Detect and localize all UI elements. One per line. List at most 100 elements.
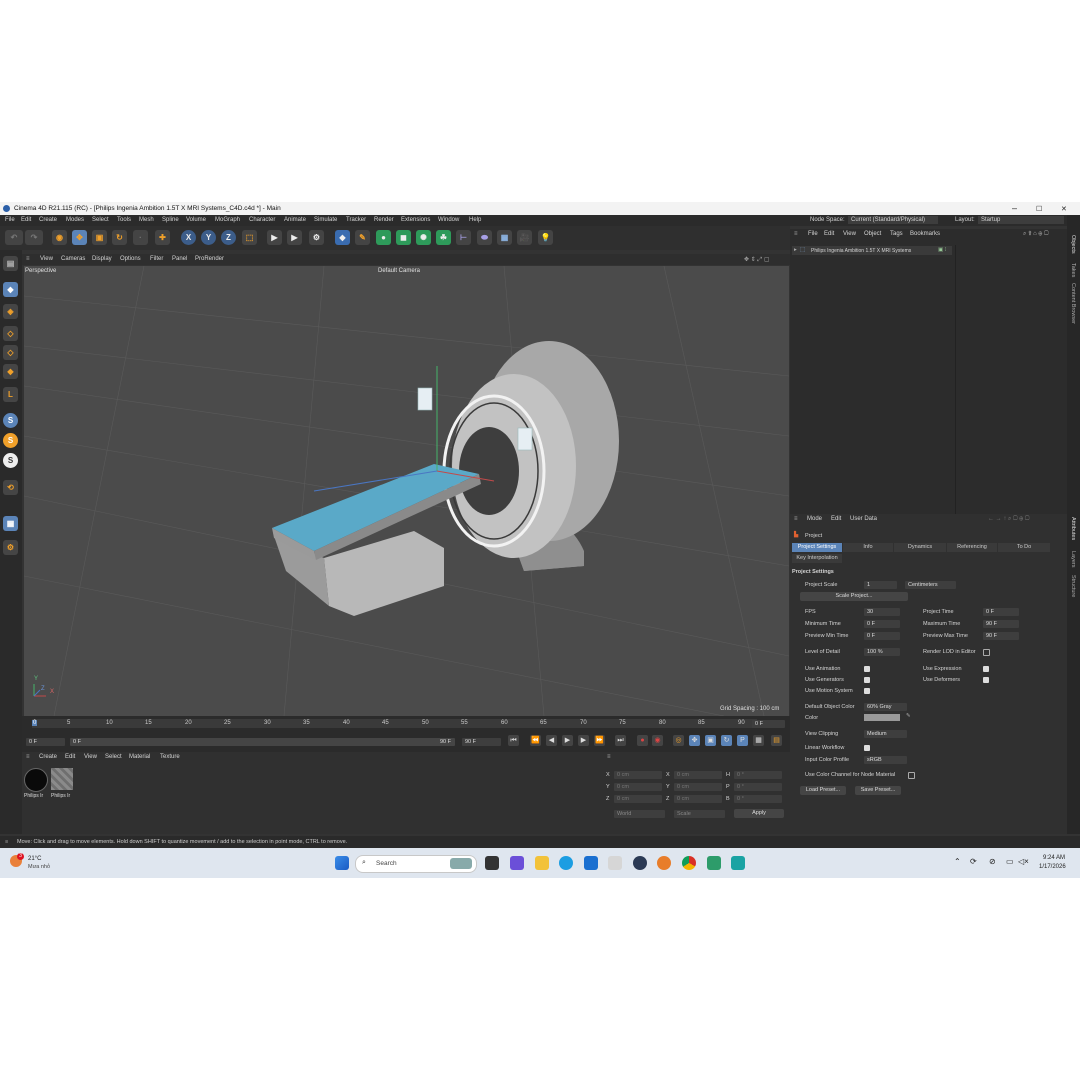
- menu-tools[interactable]: Tools: [117, 217, 131, 223]
- play-icon[interactable]: ▶: [562, 735, 573, 746]
- viewport-menu-cameras[interactable]: Cameras: [61, 256, 85, 262]
- object-visibility-icon[interactable]: ▣ ⁝: [938, 247, 946, 253]
- snap-settings-icon[interactable]: S: [3, 433, 18, 448]
- start-frame-field[interactable]: 0 F: [26, 738, 65, 746]
- key-parameter-icon[interactable]: P: [737, 735, 748, 746]
- object-menu-tags[interactable]: Tags: [890, 231, 903, 237]
- menu-window[interactable]: Window: [438, 217, 459, 223]
- tab-key-interpolation[interactable]: Key Interpolation: [792, 554, 842, 563]
- clock-date[interactable]: 1/17/2026: [1039, 864, 1066, 870]
- add-object-icon[interactable]: ✚: [155, 230, 170, 245]
- use-expression-checkbox[interactable]: [983, 666, 989, 672]
- rail-tab-takes[interactable]: Takes: [1070, 263, 1076, 277]
- key-pla-icon[interactable]: ▦: [753, 735, 764, 746]
- preview-min-field[interactable]: 0 F: [864, 632, 900, 640]
- record-keys-icon[interactable]: ●: [637, 735, 648, 746]
- menu-character[interactable]: Character: [249, 217, 275, 223]
- timeline-ruler[interactable]: [32, 719, 757, 728]
- rail-tab-objects[interactable]: Objects: [1070, 235, 1076, 254]
- expand-arrow-icon[interactable]: ▸: [794, 247, 797, 253]
- rot-h-field[interactable]: 0 °: [734, 771, 782, 779]
- network-icon[interactable]: ⊘: [989, 857, 996, 866]
- mograph-cloner-icon[interactable]: ✺: [416, 230, 431, 245]
- prev-key-icon[interactable]: ⏪: [530, 735, 541, 746]
- timeline-window-icon[interactable]: ▤: [771, 735, 782, 746]
- prev-frame-icon[interactable]: ◀: [546, 735, 557, 746]
- menu-modes[interactable]: Modes: [66, 217, 84, 223]
- max-time-field[interactable]: 90 F: [983, 620, 1019, 628]
- save-preset-button[interactable]: Save Preset...: [855, 786, 901, 795]
- file-explorer-icon[interactable]: [535, 856, 549, 870]
- min-time-field[interactable]: 0 F: [864, 620, 900, 628]
- edges-mode-icon[interactable]: ◇: [3, 345, 18, 360]
- go-to-end-icon[interactable]: ⏭: [615, 735, 626, 746]
- maximize-button[interactable]: ☐: [1036, 205, 1042, 213]
- node-space-dropdown[interactable]: Current (Standard/Physical): [848, 216, 938, 224]
- points-mode-icon[interactable]: ◇: [3, 326, 18, 341]
- menu-volume[interactable]: Volume: [186, 217, 206, 223]
- object-menu-bookmarks[interactable]: Bookmarks: [910, 231, 940, 237]
- pen-tool-icon[interactable]: ✎: [355, 230, 370, 245]
- menu-extensions[interactable]: Extensions: [401, 217, 430, 223]
- scale-x-field[interactable]: 0 cm: [674, 771, 722, 779]
- menu-mograph[interactable]: MoGraph: [215, 217, 240, 223]
- menu-tracker[interactable]: Tracker: [346, 217, 366, 223]
- viewport-menu-view[interactable]: View: [40, 256, 53, 262]
- menu-create[interactable]: Create: [39, 217, 57, 223]
- apply-button[interactable]: Apply: [734, 809, 784, 818]
- menu-animate[interactable]: Animate: [284, 217, 306, 223]
- pos-z-field[interactable]: 0 cm: [614, 795, 662, 803]
- move-tool-icon[interactable]: ✥: [72, 230, 87, 245]
- preview-max-field[interactable]: 90 F: [983, 632, 1019, 640]
- volume-icon[interactable]: ◁×: [1018, 857, 1029, 866]
- viewport-navigation-icon[interactable]: ✥ ⇕ ⤢ ▢: [744, 256, 770, 264]
- texture-mode-icon[interactable]: ◈: [3, 304, 18, 319]
- end-frame-field[interactable]: 90 F: [462, 738, 501, 746]
- linear-workflow-checkbox[interactable]: [864, 745, 870, 751]
- rot-p-field[interactable]: 0 °: [734, 783, 782, 791]
- chrome-icon[interactable]: [682, 856, 696, 870]
- viewport-3d[interactable]: Perspective Default Camera Y Z X Grid Sp…: [24, 266, 789, 716]
- render-lod-checkbox[interactable]: [983, 649, 990, 656]
- object-menu-view[interactable]: View: [843, 231, 856, 237]
- edge-icon[interactable]: [559, 856, 573, 870]
- object-menu-object[interactable]: Object: [864, 231, 881, 237]
- snap-icon[interactable]: S: [3, 413, 18, 428]
- coord-mode-dropdown[interactable]: World: [614, 810, 665, 818]
- tab-to-do[interactable]: To Do: [998, 543, 1050, 552]
- windows-start-icon[interactable]: [335, 856, 349, 870]
- live-selection-icon[interactable]: ◉: [52, 230, 67, 245]
- color-channel-checkbox[interactable]: [908, 772, 915, 779]
- material-menu-view[interactable]: View: [84, 754, 97, 760]
- menu-select[interactable]: Select: [92, 217, 109, 223]
- autokey-icon[interactable]: ◉: [652, 735, 663, 746]
- use-motion-checkbox[interactable]: [864, 688, 870, 694]
- scale-project-button[interactable]: Scale Project...: [800, 592, 908, 601]
- input-color-profile-dropdown[interactable]: sRGB: [864, 756, 907, 764]
- undo-icon[interactable]: ↶: [5, 230, 23, 245]
- use-deformers-checkbox[interactable]: [983, 677, 989, 683]
- tray-overflow-icon[interactable]: ⌃: [954, 857, 961, 866]
- fps-field[interactable]: 30: [864, 608, 900, 616]
- rot-b-field[interactable]: 0 °: [734, 795, 782, 803]
- app-icon[interactable]: [608, 856, 622, 870]
- layout-dropdown[interactable]: Startup: [978, 216, 1064, 224]
- material-swatch[interactable]: [24, 768, 48, 792]
- 3ds-max-icon[interactable]: [707, 856, 721, 870]
- project-scale-field[interactable]: 1: [864, 581, 897, 589]
- workplane-snap-icon[interactable]: S: [3, 453, 18, 468]
- close-button[interactable]: ✕: [1061, 205, 1067, 213]
- material-swatch[interactable]: [51, 768, 75, 792]
- light-icon[interactable]: 💡: [538, 230, 553, 245]
- polygons-mode-icon[interactable]: ◆: [3, 364, 18, 379]
- pos-y-field[interactable]: 0 cm: [614, 783, 662, 791]
- camera-icon[interactable]: 🎥: [517, 230, 532, 245]
- minimize-button[interactable]: –: [1012, 203, 1017, 213]
- mograph-effector-icon[interactable]: ☘: [436, 230, 451, 245]
- tab-info[interactable]: Info: [843, 543, 893, 552]
- viewport-menu-prorender[interactable]: ProRender: [195, 256, 224, 262]
- viewport-menu-display[interactable]: Display: [92, 256, 112, 262]
- attr-menu-user-data[interactable]: User Data: [850, 516, 877, 522]
- material-menu-material[interactable]: Material: [129, 754, 150, 760]
- key-position-icon[interactable]: ✥: [689, 735, 700, 746]
